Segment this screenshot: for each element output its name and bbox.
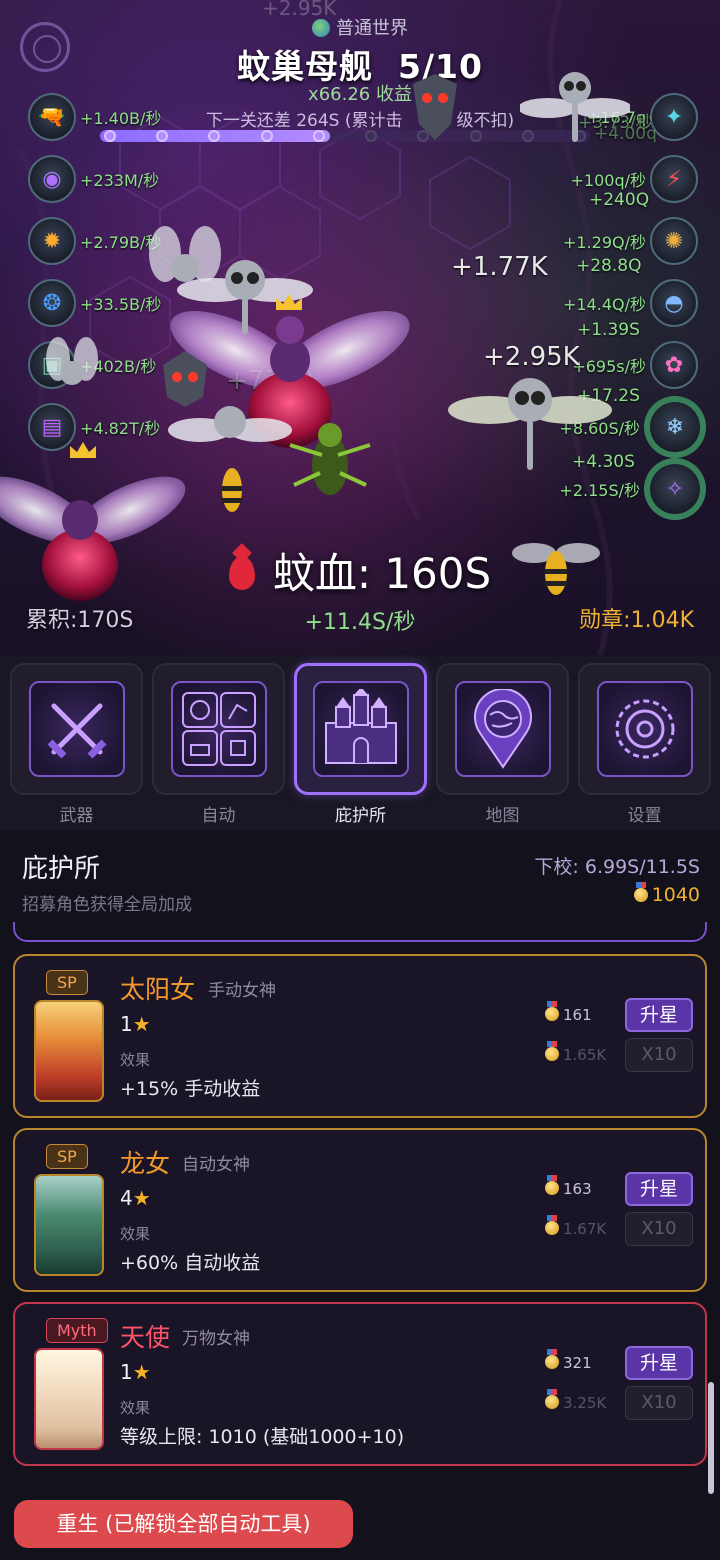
castle-icon bbox=[312, 681, 409, 777]
generator-rate: +233M/秒 bbox=[80, 171, 160, 190]
effect-value: 等级上限: 1010 (基础1000+10) bbox=[120, 1426, 405, 1448]
upgrade-star-button[interactable]: 升星 bbox=[625, 1172, 693, 1206]
panel-medal-count: 1040 bbox=[633, 882, 700, 906]
upgrade-x10-button[interactable]: X10 bbox=[625, 1212, 693, 1246]
stage-progress-dot bbox=[469, 130, 482, 142]
globe-icon bbox=[312, 19, 330, 37]
upgrade-x10-cost: 3.25K bbox=[545, 1389, 606, 1412]
character-portrait bbox=[34, 1000, 104, 1102]
stage-progress-dot bbox=[365, 130, 378, 142]
automation-icon bbox=[170, 681, 267, 777]
tab-label: 武器 bbox=[59, 806, 94, 826]
stage-progress-dot bbox=[312, 130, 325, 142]
tab-label: 设置 bbox=[627, 806, 662, 826]
medal-icon bbox=[545, 1215, 559, 1235]
character-type: 万物女神 bbox=[182, 1329, 250, 1349]
character-portrait bbox=[34, 1348, 104, 1450]
character-type: 手动女神 bbox=[208, 981, 276, 1001]
star-icon: ★ bbox=[132, 1360, 151, 1384]
upgrade-star-button[interactable]: 升星 bbox=[625, 1346, 693, 1380]
blood-total: 蚊血: 160S bbox=[0, 540, 720, 601]
character-name: 天使 bbox=[120, 1323, 171, 1352]
next-stage-gap-tail: 级不扣) bbox=[456, 111, 515, 131]
settings-gear-icon bbox=[596, 681, 693, 777]
upgrade-x10-cost: 1.65K bbox=[545, 1041, 606, 1064]
effect-value: +15% 手动收益 bbox=[120, 1078, 261, 1100]
previous-card-edge bbox=[13, 922, 707, 942]
effect-label: 效果 bbox=[120, 1051, 151, 1069]
effect-value: +60% 自动收益 bbox=[120, 1252, 261, 1274]
grey-mosquito-top[interactable] bbox=[520, 48, 630, 168]
blood-drop-icon bbox=[228, 556, 255, 590]
vortex-disc-icon: ◉ bbox=[28, 155, 76, 203]
tab-auto[interactable] bbox=[152, 663, 285, 795]
tab-weapons[interactable] bbox=[10, 663, 143, 795]
medal-count: 勋章:1.04K bbox=[579, 608, 694, 633]
rarity-badge: Myth bbox=[46, 1318, 108, 1343]
character-type: 自动女神 bbox=[182, 1155, 250, 1175]
rarity-badge: SP bbox=[46, 1144, 88, 1169]
tab-settings[interactable] bbox=[578, 663, 711, 795]
stage-progress-dot bbox=[260, 130, 273, 142]
map-pin-icon bbox=[454, 681, 551, 777]
tab-map[interactable] bbox=[436, 663, 569, 795]
scrollbar[interactable] bbox=[708, 1382, 714, 1494]
effect-label: 效果 bbox=[120, 1399, 151, 1417]
upgrade-x10-cost: 1.67K bbox=[545, 1215, 606, 1238]
medal-icon bbox=[633, 882, 648, 902]
next-stage-gap-text: 下一关还差 264S (累计击 bbox=[205, 111, 403, 131]
character-stars: 1★ bbox=[120, 1360, 151, 1384]
tab-label: 自动 bbox=[201, 806, 236, 826]
bottom-tab-bar: 武器 自动 庇护所 地图 设置 bbox=[0, 655, 720, 830]
stage-progress-bar bbox=[100, 130, 590, 142]
upgrade-cost: 163 bbox=[545, 1175, 592, 1198]
star-icon: ★ bbox=[132, 1186, 151, 1210]
blood-total-value: 蚊血: 160S bbox=[272, 549, 492, 598]
rarity-badge: SP bbox=[46, 970, 88, 995]
medal-icon bbox=[545, 1389, 559, 1409]
panel-title: 庇护所 bbox=[22, 854, 101, 884]
tab-shelter[interactable] bbox=[294, 663, 427, 795]
effect-label: 效果 bbox=[120, 1225, 151, 1243]
game-scene[interactable]: +2.95K 普通世界 蚊巢母舰 5/10 x66.26 收益 下一关还差 26… bbox=[0, 0, 720, 655]
tab-label: 庇护所 bbox=[335, 806, 386, 826]
generator-rate: +1.40B/秒 bbox=[80, 109, 162, 128]
medal-icon bbox=[545, 1349, 559, 1369]
upgrade-cost: 161 bbox=[545, 1001, 592, 1024]
generator-left[interactable]: 🔫 +1.40B/秒 bbox=[28, 93, 161, 141]
upgrade-cost: 321 bbox=[545, 1349, 592, 1372]
tab-label: 地图 bbox=[485, 806, 520, 826]
cyan-drone-icon: ✦ bbox=[650, 93, 698, 141]
red-laser-icon: ⚡ bbox=[650, 155, 698, 203]
character-card[interactable]: SP 太阳女 手动女神 1★ 效果 +15% 手动收益 161 1.65K 升星 X10 bbox=[13, 954, 707, 1118]
crystal-pistol-icon: 🔫 bbox=[28, 93, 76, 141]
world-label[interactable]: 普通世界 bbox=[0, 14, 720, 40]
upgrade-x10-button[interactable]: X10 bbox=[625, 1038, 693, 1072]
panel-subtitle: 招募角色获得全局加成 bbox=[22, 895, 192, 915]
crossed-swords-icon bbox=[28, 681, 125, 777]
character-portrait bbox=[34, 1174, 104, 1276]
character-card[interactable]: SP 龙女 自动女神 4★ 效果 +60% 自动收益 163 1.67K 升星 X10 bbox=[13, 1128, 707, 1292]
next-tier-progress: 下校: 6.99S/11.5S bbox=[534, 856, 700, 878]
character-stars: 1★ bbox=[120, 1012, 151, 1036]
generator-rate: +100q/秒 bbox=[570, 171, 647, 190]
star-icon: ★ bbox=[132, 1012, 151, 1036]
generator-left[interactable]: ◉ +233M/秒 bbox=[28, 155, 159, 203]
upgrade-star-button[interactable]: 升星 bbox=[625, 998, 693, 1032]
character-name: 龙女 bbox=[120, 1149, 171, 1178]
medal-icon bbox=[545, 1041, 559, 1061]
upgrade-x10-button[interactable]: X10 bbox=[625, 1386, 693, 1420]
world-name: 普通世界 bbox=[336, 18, 408, 39]
medal-icon bbox=[545, 1175, 559, 1195]
character-card[interactable]: Myth 天使 万物女神 1★ 效果等级上限: 1010 (基础1000+10) 321 3… bbox=[13, 1302, 707, 1466]
character-stars: 4★ bbox=[120, 1186, 151, 1210]
armored-mosquito[interactable] bbox=[405, 74, 465, 144]
character-name: 太阳女 bbox=[120, 975, 196, 1004]
rebirth-button[interactable]: 重生 (已解锁全部自动工具) bbox=[14, 1500, 353, 1548]
medal-icon bbox=[545, 1001, 559, 1021]
floating-gain: +240Q bbox=[589, 190, 650, 210]
panel-medal-value: 1040 bbox=[651, 884, 700, 906]
shelter-panel: 庇护所 招募角色获得全局加成 下校: 6.99S/11.5S 1040 SP 太阳… bbox=[0, 830, 720, 1560]
